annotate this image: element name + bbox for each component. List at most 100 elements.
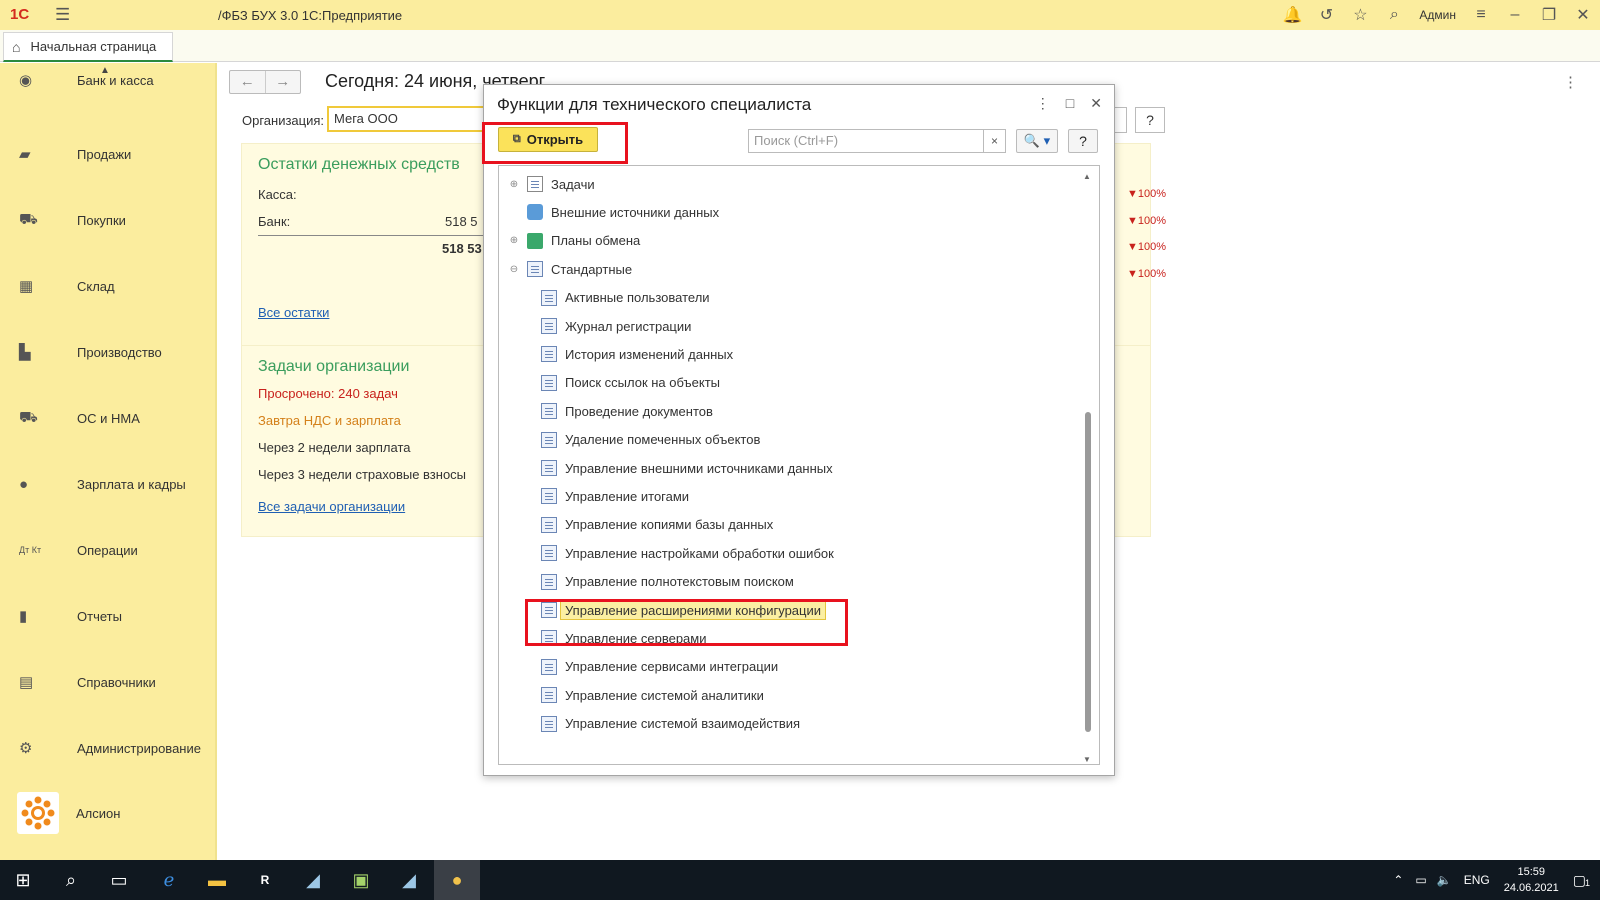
app-r-icon[interactable]: R	[242, 860, 288, 900]
app-blue-icon[interactable]: ◢	[290, 860, 336, 900]
tree-row-label: Управление итогами	[565, 488, 690, 504]
tree-row[interactable]: Управление настройками обработки ошибок	[535, 541, 834, 565]
collapse-icon[interactable]: ⊖	[507, 264, 521, 275]
sidebar-item-catalogs[interactable]: ▤ Справочники	[0, 662, 215, 702]
highlight-open-button	[482, 122, 628, 164]
org-label: Организация:	[242, 113, 325, 128]
sidebar-item-label: Администрирование	[77, 740, 201, 756]
more-icon[interactable]: ⋮	[1036, 95, 1050, 112]
tree-row[interactable]: История изменений данных	[535, 342, 733, 366]
tree-row[interactable]: ⊕ Планы обмена	[507, 229, 640, 253]
maximize-icon[interactable]: □	[1066, 95, 1074, 112]
all-tasks-link[interactable]: Все задачи организации	[258, 499, 405, 514]
tree-row-label: Управление сервисами интеграции	[565, 659, 779, 675]
clock-time: 15:59	[1517, 866, 1545, 878]
task-tomorrow[interactable]: Завтра НДС и зарплата	[258, 413, 401, 428]
task-overdue[interactable]: Просрочено: 240 задач	[258, 386, 398, 401]
task-view-icon[interactable]: ▭	[96, 860, 142, 900]
tray-up-icon[interactable]: ⌃	[1393, 873, 1403, 887]
help-button[interactable]: ?	[1068, 129, 1098, 153]
percent-label: ▼100%	[1127, 188, 1167, 200]
book-icon: ▤	[19, 674, 34, 691]
tree-row[interactable]: Поиск ссылок на объекты	[535, 371, 720, 395]
volume-icon[interactable]: 🔈	[1437, 873, 1452, 887]
tree-row[interactable]: Управление системой взаимодействия	[535, 712, 800, 736]
scroll-thumb[interactable]	[1085, 412, 1091, 732]
forward-arrow-icon[interactable]: →	[266, 71, 301, 93]
tree-row-label: Внешние источники данных	[551, 204, 720, 220]
tree-row[interactable]: Управление копиями базы данных	[535, 513, 773, 537]
tree-row[interactable]: Удаление помеченных объектов	[535, 428, 760, 452]
app-green-icon[interactable]: ▣	[338, 860, 384, 900]
bell-icon[interactable]: 🔔	[1275, 5, 1309, 25]
sidebar-item-purchases[interactable]: ⛟ Покупки	[0, 200, 215, 240]
search-icon[interactable]: ⌕	[48, 860, 94, 900]
sidebar-item-bank[interactable]: ◉ Банк и касса	[0, 68, 215, 92]
sidebar-item-production[interactable]: ▙ Производство	[0, 332, 215, 372]
tree-row[interactable]: Управление сервисами интеграции	[535, 655, 778, 679]
minimize-icon[interactable]: –	[1498, 6, 1532, 24]
windows-start-icon[interactable]: ⊞	[0, 860, 46, 900]
scroll-down-icon[interactable]: ▼	[1083, 755, 1091, 764]
app-blue2-icon[interactable]: ◢	[386, 860, 432, 900]
close-icon[interactable]: ✕	[1566, 5, 1600, 25]
star-icon[interactable]: ☆	[1343, 5, 1377, 25]
home-icon: ⌂	[12, 38, 21, 55]
tree-row[interactable]: ⊖ Стандартные	[507, 257, 632, 281]
sidebar-item-admin[interactable]: ⚙ Администрирование	[0, 728, 215, 768]
org-field[interactable]: Мега ООО	[327, 106, 487, 132]
sidebar-item-operations[interactable]: Дт Кт Операции	[0, 530, 215, 570]
tree-row[interactable]: Активные пользователи	[535, 286, 710, 310]
search-button[interactable]: 🔍 ▾	[1016, 129, 1058, 153]
restore-icon[interactable]: ❐	[1532, 5, 1566, 25]
notifications-icon[interactable]: ▢ 1	[1573, 872, 1590, 889]
all-balances-link[interactable]: Все остатки	[258, 305, 329, 320]
close-icon[interactable]: ✕	[1090, 95, 1102, 112]
sidebar-item-alcion[interactable]: Алсион	[0, 785, 215, 841]
user-name[interactable]: Админ	[1419, 8, 1456, 22]
clock[interactable]: 15:59 24.06.2021	[1504, 864, 1559, 896]
network-icon[interactable]: ▭	[1415, 873, 1426, 887]
history-icon[interactable]: ↺	[1309, 5, 1343, 25]
search-icon[interactable]: ⌕	[1377, 6, 1411, 24]
truck-icon: ⛟	[19, 408, 38, 426]
task-three-weeks[interactable]: Через 3 недели страховые взносы	[258, 467, 466, 482]
sidebar-item-salary[interactable]: ● Зарплата и кадры	[0, 464, 215, 504]
tree-row-label: Задачи	[551, 176, 595, 192]
settings-lines-icon[interactable]: ≡	[1464, 6, 1498, 24]
sidebar-item-label: Алсион	[76, 805, 121, 821]
help-button[interactable]: ?	[1135, 107, 1165, 133]
tree-row[interactable]: Внешние источники данных	[507, 200, 719, 224]
back-arrow-icon[interactable]: ←	[230, 71, 266, 93]
tab-home-page[interactable]: ⌂ Начальная страница	[3, 32, 173, 62]
tree-row[interactable]: ⊕ Задачи	[507, 172, 595, 196]
menu-icon[interactable]: ☰	[55, 5, 70, 25]
tree-row[interactable]: Управление внешними источниками данных	[535, 456, 833, 480]
language-indicator[interactable]: ENG	[1464, 873, 1490, 887]
search-input[interactable]: Поиск (Ctrl+F)	[748, 129, 984, 153]
percent-label: ▼100%	[1127, 268, 1167, 280]
sidebar-item-os-nma[interactable]: ⛟ ОС и НМА	[0, 398, 215, 438]
task-two-weeks[interactable]: Через 2 недели зарплата	[258, 440, 410, 455]
ie-browser-icon[interactable]: ℯ	[146, 860, 192, 900]
tree-row[interactable]: Управление полнотекстовым поиском	[535, 570, 794, 594]
app-logo[interactable]: 1С	[10, 6, 29, 23]
more-icon[interactable]: ⋮	[1563, 73, 1578, 91]
expand-icon[interactable]: ⊕	[507, 235, 521, 246]
scrollbar[interactable]: ▲ ▼	[1083, 172, 1091, 764]
sidebar-item-warehouse[interactable]: ▦ Склад	[0, 266, 215, 306]
tree-row[interactable]: Журнал регистрации	[535, 314, 691, 338]
search-clear-button[interactable]: ×	[984, 129, 1006, 153]
1c-app-icon[interactable]: ●	[434, 860, 480, 900]
expand-icon[interactable]: ⊕	[507, 179, 521, 190]
tree-row[interactable]: Управление системой аналитики	[535, 683, 764, 707]
tree-row[interactable]: Управление итогами	[535, 484, 689, 508]
sidebar-item-sales[interactable]: ▰ Продажи	[0, 134, 215, 174]
folder-icon[interactable]: ▬	[194, 860, 240, 900]
scroll-up-icon[interactable]: ▲	[1083, 172, 1091, 181]
tree-row[interactable]: Проведение документов	[535, 399, 713, 423]
sidebar-item-label: Производство	[77, 344, 162, 360]
tree-row-label: Управление системой аналитики	[565, 687, 764, 703]
sidebar-item-reports[interactable]: ▮ Отчеты	[0, 596, 215, 636]
ext-icon	[527, 204, 543, 221]
